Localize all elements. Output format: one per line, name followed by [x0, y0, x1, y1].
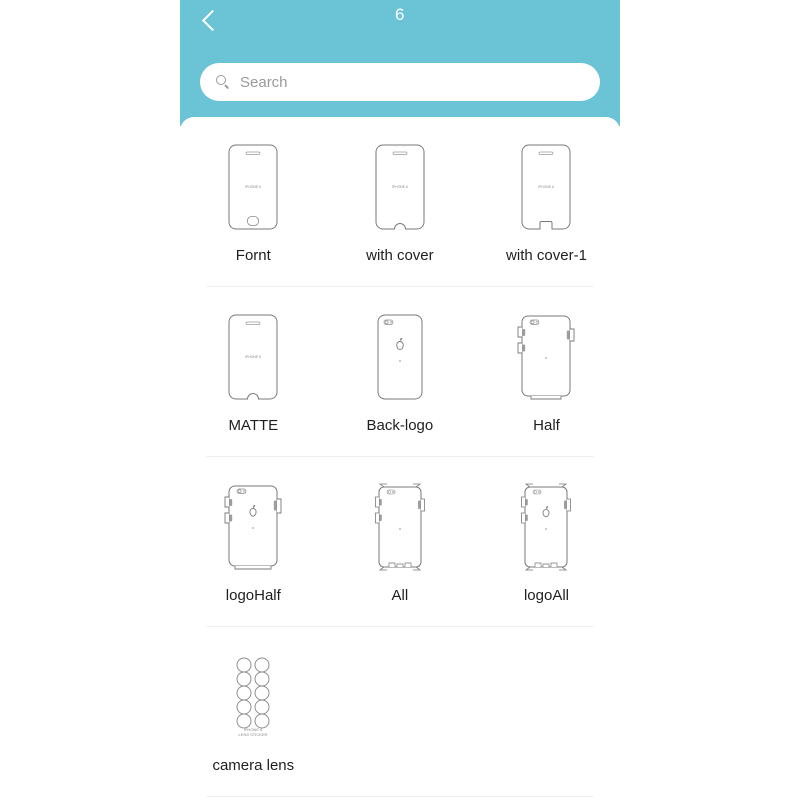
product-item-logoall[interactable]: logoAll — [473, 457, 620, 604]
app-header: 6 — [180, 0, 620, 126]
product-item-all[interactable]: All — [327, 457, 474, 604]
product-label: with cover — [366, 247, 434, 264]
product-item-back-logo[interactable]: Back-logo — [327, 287, 474, 434]
row-divider — [206, 796, 594, 797]
product-label: Fornt — [235, 247, 271, 264]
phone-back-logo-half-icon — [210, 481, 296, 573]
product-label: Back-logo — [366, 417, 434, 434]
svg-text:IPHONE 6: IPHONE 6 — [539, 185, 555, 189]
phone-back-logo-icon — [357, 311, 443, 403]
phone-back-all-icon — [357, 481, 443, 573]
svg-text:LENS STICKER: LENS STICKER — [239, 732, 268, 737]
phone-screen: 6 IPHONE 6 Fornt — [180, 0, 620, 800]
product-row: IPHONE 6 LENS STICKER camera lens — [180, 627, 620, 774]
phone-front-notch-icon: IPHONE 6 — [210, 311, 296, 403]
product-item-with-cover-1[interactable]: IPHONE 6 with cover-1 — [473, 117, 620, 264]
product-label: Half — [533, 417, 560, 434]
svg-text:IPHONE 6: IPHONE 6 — [392, 185, 408, 189]
product-item-logohalf[interactable]: logoHalf — [180, 457, 327, 604]
product-label: All — [391, 587, 409, 604]
svg-text:IPHONE 6: IPHONE 6 — [245, 355, 261, 359]
product-row: IPHONE 6 MATTE Back-logo Half — [180, 287, 620, 434]
phone-front-icon: IPHONE 6 — [210, 141, 296, 233]
page-title: 6 — [395, 5, 405, 24]
product-item-half[interactable]: Half — [473, 287, 620, 434]
phone-back-half-icon — [503, 311, 589, 403]
product-item-with-cover[interactable]: IPHONE 6 with cover — [327, 117, 474, 264]
product-label: with cover-1 — [506, 247, 587, 264]
product-label: logoAll — [523, 587, 569, 604]
product-row: IPHONE 6 Fornt IPHONE 6 with cover IPHON… — [180, 117, 620, 264]
search-bar[interactable] — [200, 63, 600, 101]
product-item-camera-lens[interactable]: IPHONE 6 LENS STICKER camera lens — [180, 627, 327, 774]
phone-front-notch-icon: IPHONE 6 — [357, 141, 443, 233]
svg-text:IPHONE 6: IPHONE 6 — [245, 185, 261, 189]
camera-lens-sheet-icon: IPHONE 6 LENS STICKER — [210, 651, 296, 743]
phone-back-logo-all-icon — [503, 481, 589, 573]
product-item-fornt[interactable]: IPHONE 6 Fornt — [180, 117, 327, 264]
product-label: MATTE — [228, 417, 279, 434]
content-panel: IPHONE 6 Fornt IPHONE 6 with cover IPHON… — [180, 117, 620, 800]
product-label: camera lens — [212, 757, 295, 774]
product-item-empty — [327, 627, 474, 774]
phone-front-cut-icon: IPHONE 6 — [503, 141, 589, 233]
product-item-matte[interactable]: IPHONE 6 MATTE — [180, 287, 327, 434]
product-item-empty — [473, 627, 620, 774]
search-input[interactable] — [240, 73, 570, 91]
product-label: logoHalf — [225, 587, 281, 604]
search-icon — [216, 74, 231, 90]
product-row: logoHalf All logoAll — [180, 457, 620, 604]
